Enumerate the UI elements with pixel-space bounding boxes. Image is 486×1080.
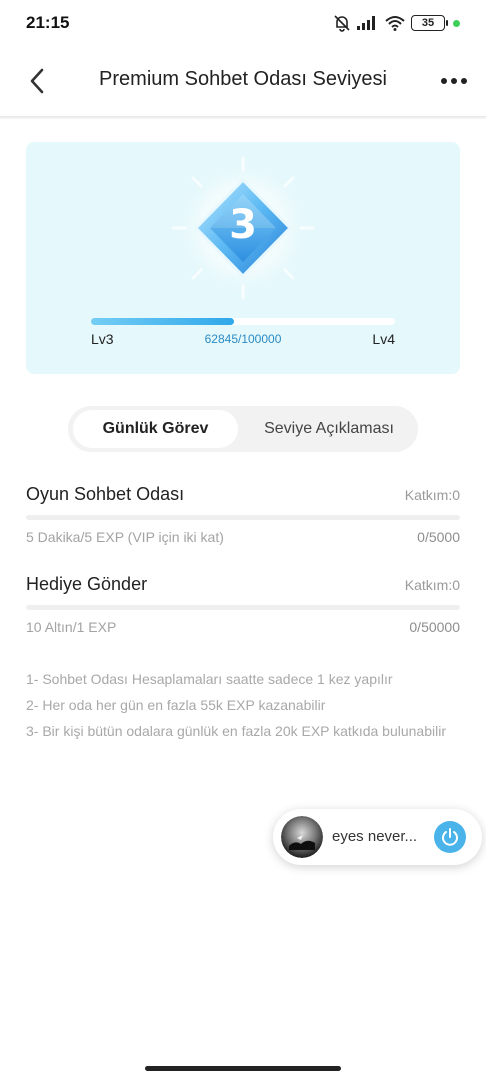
power-icon	[442, 828, 458, 846]
task-title: Oyun Sohbet Odası	[26, 484, 185, 504]
tab-daily-tasks[interactable]: Günlük Görev	[73, 410, 238, 448]
app-bar: Premium Sohbet Odası Seviyesi	[0, 46, 486, 116]
task-progress-bar	[26, 515, 460, 520]
task-title: Hediye Gönder	[26, 574, 148, 594]
task-contribution: Katkım:0	[404, 487, 460, 503]
level-badge: 3	[168, 156, 318, 306]
level-badge-number: 3	[229, 202, 257, 248]
task-contribution: Katkım:0	[404, 577, 460, 593]
power-button[interactable]	[434, 821, 466, 853]
task-count: 0/50000	[409, 619, 460, 635]
note-item: 3- Bir kişi bütün odalara günlük en fazl…	[26, 723, 446, 739]
more-options-button[interactable]	[436, 66, 472, 96]
rules-notes: 1- Sohbet Odası Hesaplamaları saatte sad…	[26, 666, 446, 744]
wifi-icon	[385, 16, 405, 31]
floating-player[interactable]: eyes never...	[273, 809, 482, 865]
task-count: 0/5000	[417, 529, 460, 545]
status-time: 21:15	[26, 13, 70, 32]
home-indicator[interactable]	[145, 1066, 341, 1071]
charging-dot-icon	[453, 19, 460, 27]
more-dots-icon	[461, 78, 467, 84]
task-description: 10 Altın/1 EXP	[26, 619, 117, 635]
app-bar-divider	[0, 116, 486, 119]
level-progress-bar	[91, 318, 395, 325]
note-item: 2- Her oda her gün en fazla 55k EXP kaza…	[26, 697, 326, 713]
more-dots-icon	[441, 78, 447, 84]
player-title: eyes never...	[332, 828, 418, 845]
next-level-label: Lv4	[372, 331, 395, 347]
level-card: 3 Lv3 62845/100000 Lv4	[26, 142, 460, 374]
note-item: 1- Sohbet Odası Hesaplamaları saatte sad…	[26, 671, 393, 687]
status-icons: 35	[333, 13, 460, 33]
bell-off-icon	[334, 15, 350, 32]
more-dots-icon	[451, 78, 457, 84]
signal-icon	[357, 16, 375, 30]
status-bar: 21:15 35	[0, 0, 486, 46]
player-avatar	[281, 816, 323, 858]
battery-icon: 35	[411, 15, 448, 31]
task-progress-bar	[26, 605, 460, 610]
level-progress-fill	[91, 318, 234, 325]
tab-bar: Günlük Görev Seviye Açıklaması	[68, 406, 418, 452]
tab-level-description[interactable]: Seviye Açıklaması	[246, 410, 412, 448]
task-description: 5 Dakika/5 EXP (VIP için iki kat)	[26, 529, 224, 545]
page-title: Premium Sohbet Odası Seviyesi	[99, 68, 387, 90]
